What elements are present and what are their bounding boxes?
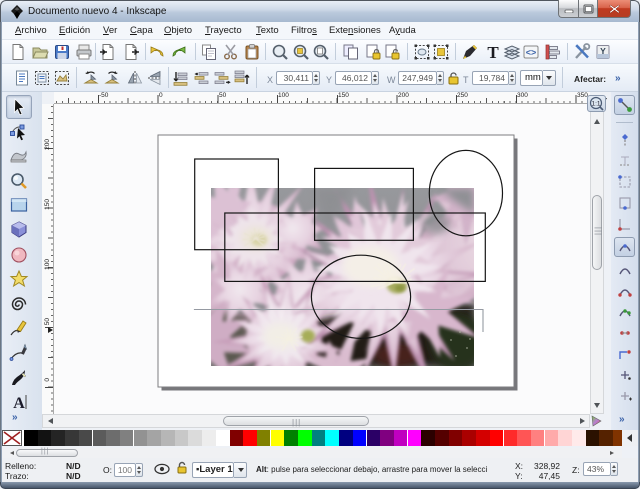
- svg-text:<>: <>: [526, 48, 537, 58]
- svg-text:Y: Y: [600, 46, 606, 56]
- svg-text:1:1: 1:1: [591, 101, 600, 108]
- svg-text:A: A: [13, 395, 25, 412]
- svg-text:T: T: [487, 43, 499, 61]
